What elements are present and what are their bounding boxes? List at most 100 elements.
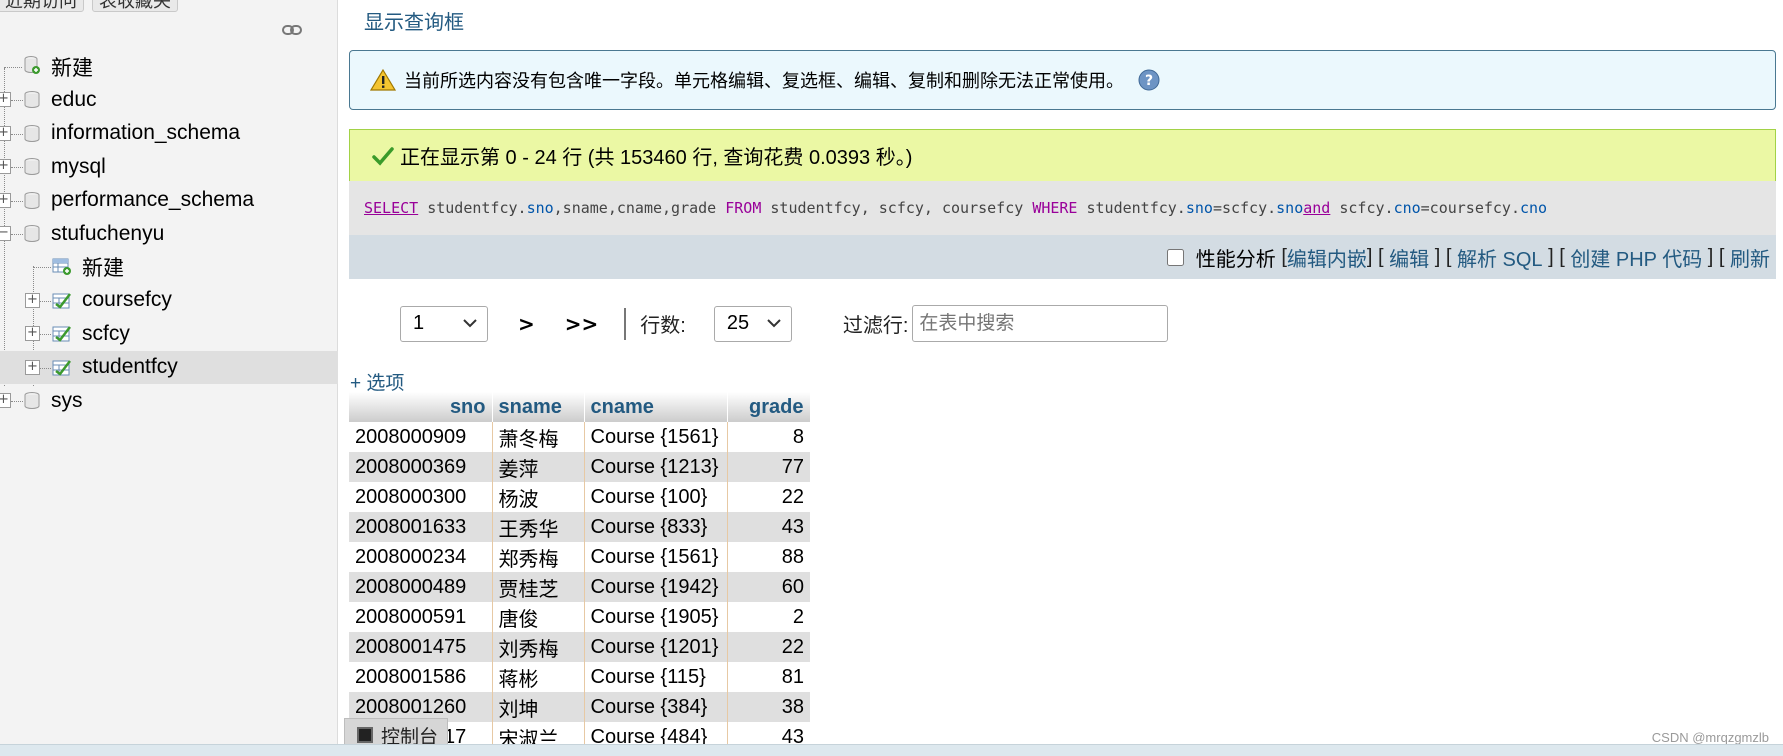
sql-and: and xyxy=(1303,199,1331,217)
sql-field: cno xyxy=(1393,199,1421,217)
show-query-box-link[interactable]: 显示查询框 xyxy=(364,6,464,35)
filter-rows-label: 过滤行: xyxy=(842,315,909,337)
cell-cname[interactable]: Course {1561} xyxy=(583,422,727,452)
cell-sname[interactable]: 蒋彬 xyxy=(491,662,584,692)
table-row: 2008000909 萧冬梅 Course {1561} 8 xyxy=(349,422,810,452)
recent-tab[interactable]: 近期访问 xyxy=(0,0,84,12)
cell-cname[interactable]: Course {1905} xyxy=(583,602,727,632)
refresh-link[interactable]: 刷新 xyxy=(1730,243,1770,272)
column-header-cname[interactable]: cname xyxy=(583,392,728,422)
cell-grade[interactable]: 77 xyxy=(726,452,810,482)
expand-icon[interactable]: + xyxy=(0,392,11,408)
expand-icon[interactable]: + xyxy=(25,292,40,308)
inline-edit-link[interactable]: 编辑内嵌 xyxy=(1287,243,1367,272)
cell-grade[interactable]: 2 xyxy=(726,602,810,632)
edit-link[interactable]: 编辑 xyxy=(1389,243,1429,272)
cell-sname[interactable]: 杨波 xyxy=(491,482,584,512)
cell-sname[interactable]: 王秀华 xyxy=(491,512,584,542)
cell-cname[interactable]: Course {1213} xyxy=(583,452,727,482)
cell-grade[interactable]: 22 xyxy=(726,482,810,512)
database-icon xyxy=(24,158,40,176)
cell-grade[interactable]: 43 xyxy=(726,512,810,542)
cell-sname[interactable]: 贾桂芝 xyxy=(491,572,584,602)
cell-grade[interactable]: 60 xyxy=(726,572,810,602)
tree-label-scfcy: scfcy xyxy=(82,321,130,345)
cell-grade[interactable]: 8 xyxy=(726,422,810,452)
expand-icon[interactable]: + xyxy=(0,159,11,175)
create-php-code-link[interactable]: 创建 PHP 代码 xyxy=(1570,243,1702,272)
cell-cname[interactable]: Course {833} xyxy=(583,512,727,542)
help-icon[interactable]: ? xyxy=(1138,69,1160,91)
rows-per-page-select[interactable]: 25 xyxy=(713,305,792,342)
warning-icon xyxy=(370,68,396,91)
sql-select[interactable]: SELECT xyxy=(364,199,418,217)
tree-label-educ: educ xyxy=(51,88,97,112)
tree-item-coursefcy[interactable]: + coursefcy xyxy=(0,284,338,317)
tree-item-sys[interactable]: + sys xyxy=(0,384,338,417)
cell-sname[interactable]: 郑秀梅 xyxy=(491,542,584,572)
cell-cname[interactable]: Course {1201} xyxy=(583,632,727,662)
explain-sql-link[interactable]: 解析 SQL xyxy=(1457,243,1543,272)
column-header-grade[interactable]: grade xyxy=(726,392,811,422)
cell-grade[interactable]: 81 xyxy=(726,662,810,692)
cell-sname[interactable]: 刘秀梅 xyxy=(491,632,584,662)
tree-item-new-database[interactable]: 新建 xyxy=(0,50,338,83)
cell-sname[interactable]: 刘坤 xyxy=(491,692,584,722)
link-icon[interactable] xyxy=(282,24,302,36)
tree-item-new-table[interactable]: 新建 xyxy=(0,250,338,283)
tree-item-mysql[interactable]: + mysql xyxy=(0,150,338,183)
navigation-sidebar: 近期访问 表收藏夹 新建 + educ + information_schema… xyxy=(0,0,338,744)
table-row: 2008001475 刘秀梅 Course {1201} 22 xyxy=(349,632,810,662)
tree-item-educ[interactable]: + educ xyxy=(0,83,338,116)
notice-message: 当前所选内容没有包含唯一字段。单元格编辑、复选框、编辑、复制和删除无法正常使用。… xyxy=(349,50,1776,110)
expand-icon[interactable]: + xyxy=(25,359,40,375)
expand-icon[interactable]: + xyxy=(0,92,11,108)
table-header-row: sno sname cname grade xyxy=(349,392,811,422)
collapse-icon[interactable]: − xyxy=(0,225,11,241)
favorites-tab[interactable]: 表收藏夹 xyxy=(92,0,178,12)
profiling-checkbox[interactable] xyxy=(1166,248,1184,266)
checkmark-icon xyxy=(372,146,394,166)
cell-sno[interactable]: 2008000234 xyxy=(349,542,492,572)
expand-icon[interactable]: + xyxy=(0,125,11,141)
options-link[interactable]: + 选项 xyxy=(350,368,404,395)
cell-sno[interactable]: 2008000300 xyxy=(349,482,492,512)
tree-item-information-schema[interactable]: + information_schema xyxy=(0,117,338,150)
next-page-button[interactable]: > xyxy=(518,312,535,336)
expand-icon[interactable]: + xyxy=(25,326,40,342)
page-select[interactable]: 1 xyxy=(400,305,488,342)
svg-text:?: ? xyxy=(1145,73,1153,89)
tree-item-performance-schema[interactable]: + performance_schema xyxy=(0,184,338,217)
cell-cname[interactable]: Course {1561} xyxy=(583,542,727,572)
cell-sno[interactable]: 2008001586 xyxy=(349,662,492,692)
cell-grade[interactable]: 88 xyxy=(726,542,810,572)
tree-item-scfcy[interactable]: + scfcy xyxy=(0,317,338,350)
cell-grade[interactable]: 22 xyxy=(726,632,810,662)
cell-grade[interactable]: 38 xyxy=(726,692,810,722)
cell-cname[interactable]: Course {384} xyxy=(583,692,727,722)
cell-sno[interactable]: 2008000369 xyxy=(349,452,492,482)
cell-sno[interactable]: 2008001633 xyxy=(349,512,492,542)
cell-cname[interactable]: Course {100} xyxy=(583,482,727,512)
cell-sno[interactable]: 2008000489 xyxy=(349,572,492,602)
cell-sno[interactable]: 2008000909 xyxy=(349,422,492,452)
database-icon xyxy=(24,224,40,242)
sql-part: =scfcy. xyxy=(1212,199,1277,217)
column-header-sname[interactable]: sname xyxy=(491,392,585,422)
table-row: 2008001633 王秀华 Course {833} 43 xyxy=(349,512,810,542)
cell-sname[interactable]: 姜萍 xyxy=(491,452,584,482)
column-header-sno[interactable]: sno xyxy=(349,392,493,422)
cell-sno[interactable]: 2008000591 xyxy=(349,602,492,632)
cell-sname[interactable]: 萧冬梅 xyxy=(491,422,584,452)
cell-sname[interactable]: 唐俊 xyxy=(491,602,584,632)
query-toolbar: 性能分析 [编辑内嵌] [ 编辑 ] [ 解析 SQL ] [ 创建 PHP 代… xyxy=(349,235,1776,279)
cell-sno[interactable]: 2008001475 xyxy=(349,632,492,662)
sql-part: ,sname,cname,grade xyxy=(553,199,726,217)
expand-icon[interactable]: + xyxy=(0,192,11,208)
tree-item-studentfcy[interactable]: + studentfcy xyxy=(0,350,338,384)
filter-rows-input[interactable] xyxy=(912,305,1169,342)
cell-cname[interactable]: Course {1942} xyxy=(583,572,727,602)
tree-item-stufuchenyu[interactable]: − stufuchenyu xyxy=(0,217,338,250)
last-page-button[interactable]: >> xyxy=(565,312,599,336)
cell-cname[interactable]: Course {115} xyxy=(583,662,727,692)
